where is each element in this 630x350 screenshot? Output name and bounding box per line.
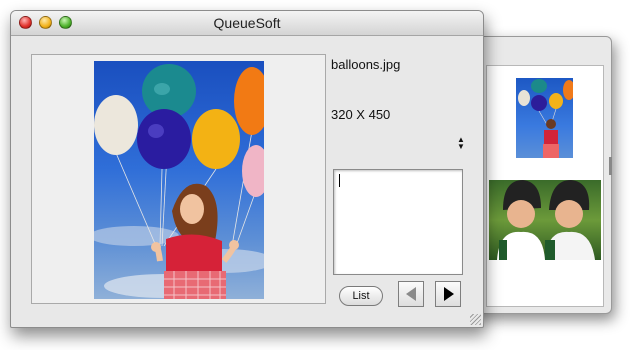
window-title: QueueSoft: [213, 15, 281, 31]
thumbnail-balloons[interactable]: [516, 78, 573, 158]
list-button[interactable]: List: [339, 286, 383, 306]
text-cursor: [339, 174, 340, 187]
dimensions-label: 320 X 450: [331, 107, 391, 122]
filename-label: balloons.jpg: [331, 57, 401, 72]
thumbnail-players[interactable]: [489, 180, 601, 260]
thumbnail-list[interactable]: [486, 65, 604, 307]
image-preview-pane: [31, 54, 326, 304]
right-triangle-icon: [444, 287, 454, 301]
notes-text-field[interactable]: [333, 169, 463, 275]
left-triangle-icon: [406, 287, 416, 301]
resize-grip-icon[interactable]: [470, 314, 481, 325]
previous-button[interactable]: [398, 281, 424, 307]
title-bar[interactable]: QueueSoft: [11, 11, 483, 36]
scroll-indicator[interactable]: [609, 157, 612, 175]
balloons-photo: [94, 61, 264, 299]
next-button[interactable]: [435, 281, 461, 307]
thumbnail-window[interactable]: [472, 36, 612, 314]
up-down-arrows-icon[interactable]: ▲ ▼: [456, 136, 466, 151]
main-window: QueueSoft balloons.jpg 320 X 450 ▲ ▼ Lis…: [10, 10, 484, 328]
